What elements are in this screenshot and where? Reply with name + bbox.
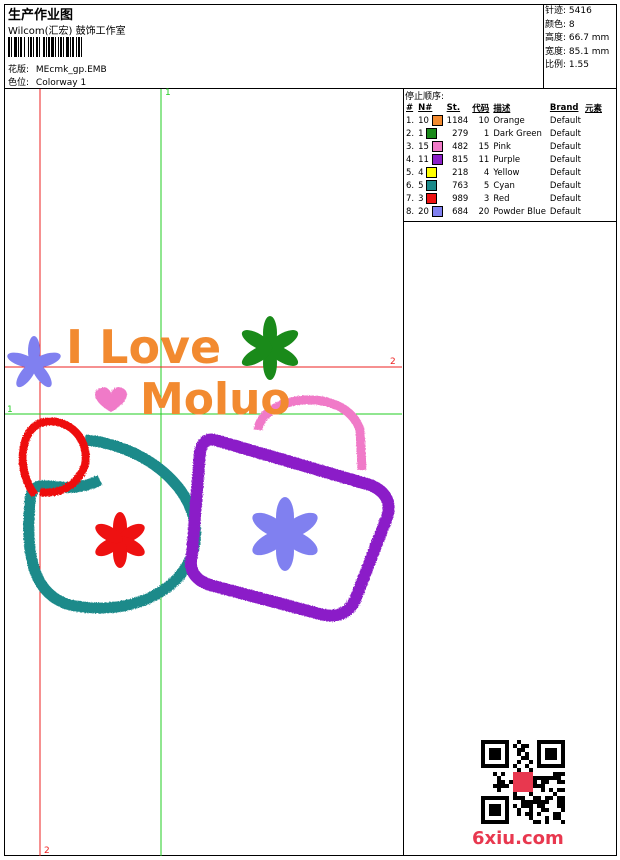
watermark-text: 6xiu.com [472,828,564,849]
guide-label-h2: 2 [390,357,396,367]
design-text-line2: Moluo [140,374,291,425]
qr-logo-stamp [513,772,533,792]
embroidery-design: I Love Moluo [5,89,402,856]
powder-blue-flower-left [7,336,61,388]
powder-blue-flower-center [252,497,318,571]
design-text-line1: I Love [66,320,221,374]
cyan-body-shape [23,434,201,614]
qr-code [481,740,565,824]
guide-label-v1: 1 [165,88,171,98]
guide-label-h1: 1 [7,405,13,415]
green-flower [241,316,299,380]
red-flower [95,512,145,568]
pink-heart-shape [95,387,127,412]
guide-label-v2: 2 [44,846,50,856]
